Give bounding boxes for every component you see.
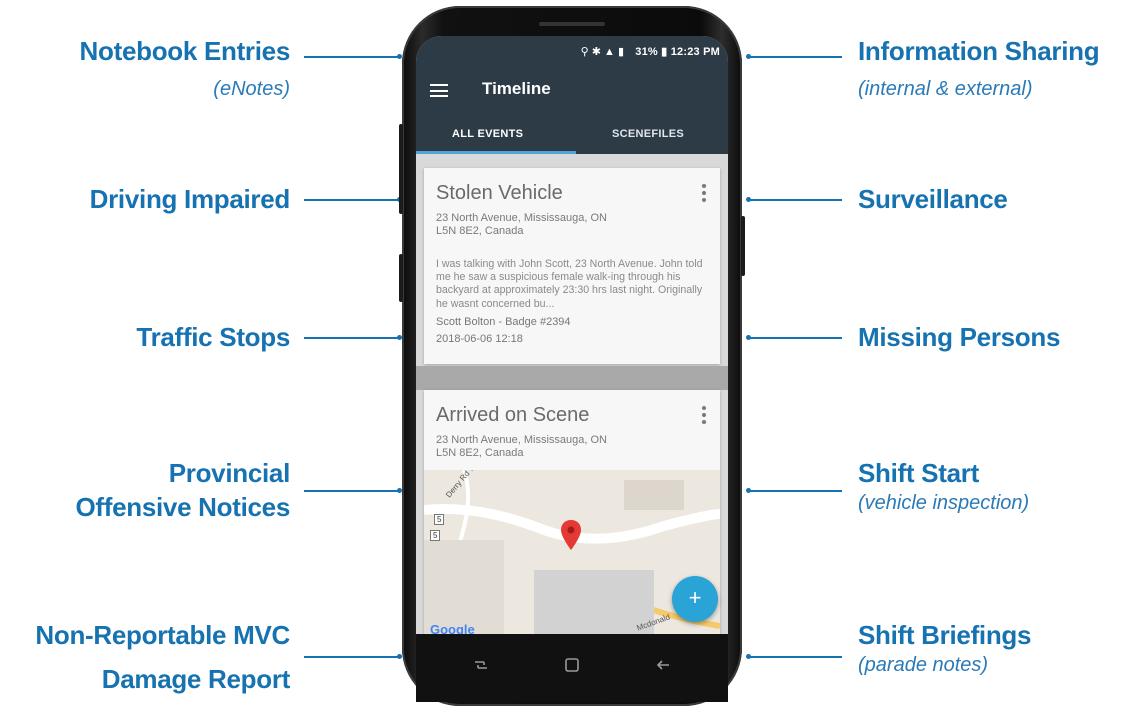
home-button-icon[interactable] [563,656,581,674]
callout-shift-briefings: Shift Briefings (parade notes) [858,618,1031,678]
tab-scenefiles[interactable]: SCENEFILES [612,128,684,140]
connector-line [304,335,402,340]
card-address: 23 North Avenue, Mississauga, ON L5N 8E2… [436,212,656,238]
callout-surveillance: Surveillance [858,182,1008,216]
android-nav-bar [416,634,728,702]
tab-bar: ALL EVENTS SCENEFILES [416,116,728,154]
page-title: Timeline [482,79,551,98]
callout-missing-persons: Missing Persons [858,320,1060,354]
card-author: Scott Bolton - Badge #2394 [436,316,571,328]
phone-frame: ⚲ ✱ ▲ ▮ 31% ▮ 12:23 PM Timeline ALL EVEN… [399,6,745,706]
callout-subtitle: (vehicle inspection) [858,492,1030,514]
card-title: Stolen Vehicle [436,182,563,204]
bixby-button [399,254,403,302]
card-address: 23 North Avenue, Mississauga, ON L5N 8E2… [436,434,656,460]
callout-notebook-entries: Notebook Entries (eNotes) [79,34,291,102]
status-bar: ⚲ ✱ ▲ ▮ 31% ▮ 12:23 PM [416,36,728,66]
card-title: Arrived on Scene [436,404,590,426]
more-options-icon[interactable] [702,184,706,205]
callout-title-line2: Damage Report [101,664,291,694]
recent-apps-icon[interactable] [472,656,490,674]
timeline-list[interactable]: Stolen Vehicle 23 North Avenue, Mississa… [416,154,728,640]
road-shield: 5 [430,530,441,541]
volume-button [399,124,403,214]
power-button [741,216,745,276]
callout-information-sharing: Information Sharing (internal & external… [858,34,1100,102]
back-arrow-icon[interactable] [654,656,672,674]
status-battery-time: 31% ▮ 12:23 PM [635,45,720,58]
address-line-1: 23 North Avenue, Mississauga, ON [436,434,607,446]
callout-subtitle: (parade notes) [858,654,989,676]
card-meta: Scott Bolton - Badge #2394 2018-06-06 12… [436,314,571,348]
battery-percent: 31% [635,46,658,58]
map-strip-background [416,366,728,390]
address-line-2: L5N 8E2, Canada [436,447,524,459]
tab-all-events[interactable]: ALL EVENTS [452,128,523,140]
connector-line [304,197,402,202]
earpiece-speaker [539,22,605,26]
callout-shift-start: Shift Start (vehicle inspection) [858,456,1029,516]
card-note-text: I was talking with John Scott, 23 North … [436,258,703,310]
connector-line [304,488,402,493]
callout-title: Non-Reportable MVC [35,620,290,650]
hamburger-menu-icon[interactable] [430,84,448,97]
more-options-icon[interactable] [702,406,706,427]
callout-subtitle: (eNotes) [213,78,290,100]
callout-title: Notebook Entries [79,36,291,66]
location-map[interactable]: Derry Rd W Mcdonald 5 5 Google [424,470,720,640]
callout-title: Information Sharing [858,36,1100,66]
road-shield: 5 [434,514,445,525]
callout-title: Shift Start [858,458,979,488]
callout-driving-impaired: Driving Impaired [89,182,291,216]
callout-title: Driving Impaired [89,184,291,214]
callout-title: Missing Persons [858,322,1061,352]
connector-line [304,654,402,659]
timeline-card-stolen-vehicle[interactable]: Stolen Vehicle 23 North Avenue, Mississa… [424,168,720,364]
callout-traffic-stops: Traffic Stops [136,320,290,354]
map-pin-icon[interactable] [561,520,581,550]
status-time: 12:23 PM [670,46,720,58]
callout-title: Provincial [168,458,291,488]
connector-line [746,488,842,493]
callout-provincial-offensive-notices: Provincial Offensive Notices [75,456,290,524]
status-icons: ⚲ ✱ ▲ ▮ [580,46,624,58]
connector-line [304,54,402,59]
phone-screen: ⚲ ✱ ▲ ▮ 31% ▮ 12:23 PM Timeline ALL EVEN… [416,36,728,702]
app-bar: Timeline [416,66,728,116]
callout-subtitle: (internal & external) [858,78,1033,100]
battery-icon: ▮ [661,46,668,58]
card-timestamp: 2018-06-06 12:18 [436,333,523,345]
callout-non-reportable-mvc: Non-Reportable MVC Damage Report [35,618,290,696]
connector-line [746,335,842,340]
callout-title: Shift Briefings [858,620,1032,650]
connector-line [746,654,842,659]
map-roads [424,470,720,640]
address-line-2: L5N 8E2, Canada [436,225,524,237]
connector-line [746,197,842,202]
add-event-button[interactable]: + [672,576,718,622]
callout-title: Traffic Stops [136,322,290,352]
address-line-1: 23 North Avenue, Mississauga, ON [436,212,607,224]
callout-title: Surveillance [858,184,1008,214]
callout-title-line2: Offensive Notices [75,492,290,522]
connector-line [746,54,842,59]
